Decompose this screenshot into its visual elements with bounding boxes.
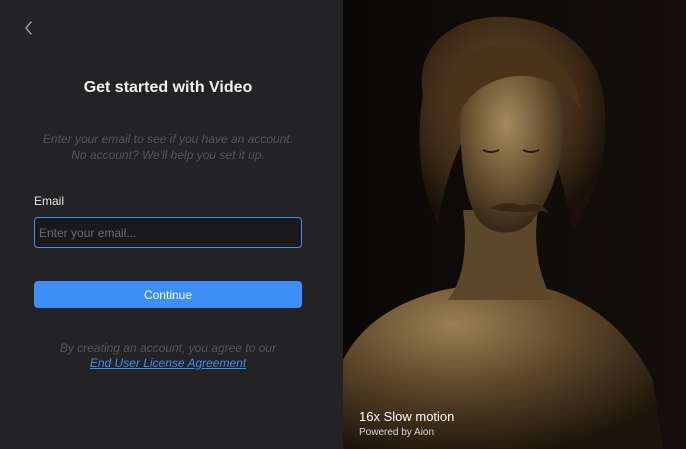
signup-window: Get started with Video Enter your email … [0,0,686,449]
chevron-left-icon [25,21,32,35]
promo-title: 16x Slow motion [359,409,455,424]
promo-panel: 16x Slow motion Powered by Aion [343,0,686,449]
promo-subtitle: Powered by Aion [359,427,435,438]
subtitle-line: Enter your email to see if you have an a… [42,132,294,146]
subtitle: Enter your email to see if you have an a… [0,131,336,163]
eula-link[interactable]: End User License Agreement [0,356,336,371]
promo-image [343,0,686,449]
subtitle-line: No account? We'll help you set it up. [71,148,265,162]
email-field[interactable] [34,217,302,248]
terms-notice: By creating an account, you agree to our… [0,341,336,371]
terms-text: By creating an account, you agree to our [59,341,277,355]
page-title: Get started with Video [83,79,253,96]
email-label: Email [34,194,65,208]
back-button[interactable] [20,18,38,38]
signup-panel: Get started with Video Enter your email … [0,0,343,449]
continue-button[interactable]: Continue [34,281,302,308]
